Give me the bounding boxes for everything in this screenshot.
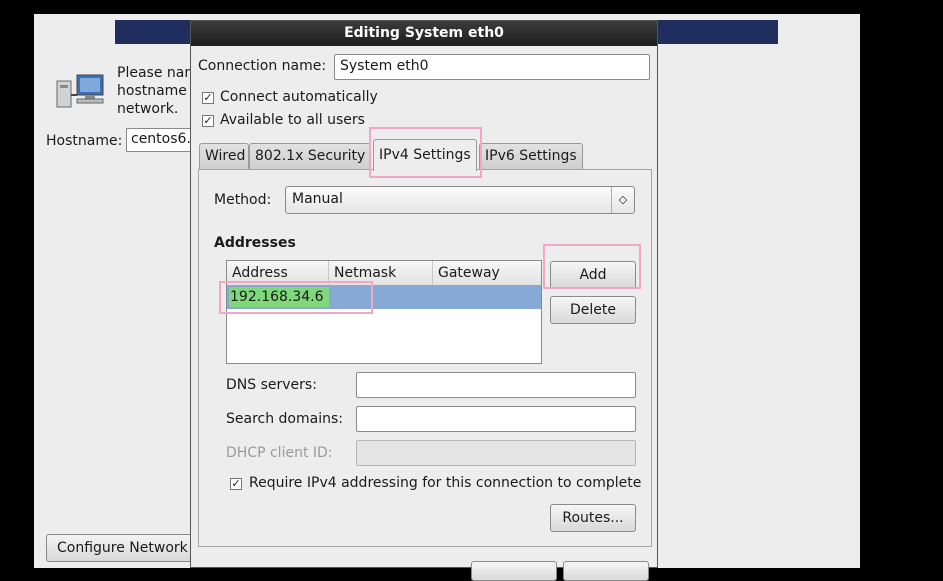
available-all-users-label: Available to all users <box>220 112 365 128</box>
require-ipv4-label: Require IPv4 addressing for this connect… <box>249 475 642 491</box>
available-all-users-checkbox[interactable]: ✓ <box>202 115 214 127</box>
tab-wired[interactable]: Wired <box>199 143 249 169</box>
dhcp-client-id-label: DHCP client ID: <box>226 445 333 461</box>
column-netmask[interactable]: Netmask <box>329 261 433 285</box>
tab-802-1x-security[interactable]: 802.1x Security <box>249 143 371 169</box>
addresses-heading: Addresses <box>214 235 296 251</box>
add-button[interactable]: Add <box>550 261 636 289</box>
editing-connection-dialog: Editing System eth0 Connection name: Sys… <box>190 20 658 581</box>
dns-servers-label: DNS servers: <box>226 377 317 393</box>
search-domains-input[interactable] <box>356 406 636 432</box>
require-ipv4-checkbox[interactable]: ✓ <box>230 478 242 490</box>
addresses-table-header: Address Netmask Gateway <box>227 261 541 286</box>
connect-automatically-label: Connect automatically <box>220 89 378 105</box>
routes-button[interactable]: Routes... <box>550 504 636 532</box>
dhcp-client-id-input <box>356 440 636 466</box>
ipv4-settings-panel: Method: Manual ◇ Addresses Address Netma… <box>198 169 652 547</box>
method-value: Manual <box>292 191 343 207</box>
table-row[interactable]: 192.168.34.6 <box>227 285 541 309</box>
column-address[interactable]: Address <box>227 261 329 285</box>
search-domains-label: Search domains: <box>226 411 343 427</box>
delete-button[interactable]: Delete <box>550 296 636 324</box>
method-label: Method: <box>214 192 272 208</box>
address-cell-editor[interactable]: 192.168.34.6 <box>229 287 329 307</box>
column-gateway[interactable]: Gateway <box>433 261 541 285</box>
cancel-button[interactable] <box>471 561 557 581</box>
up-down-arrows-icon: ◇ <box>611 187 634 213</box>
tab-ipv4-settings[interactable]: IPv4 Settings <box>373 139 477 171</box>
network-computers-icon <box>56 74 104 108</box>
connection-name-input[interactable]: System eth0 <box>334 54 650 80</box>
connect-automatically-checkbox[interactable]: ✓ <box>202 92 214 104</box>
connection-name-label: Connection name: <box>198 58 327 74</box>
tab-ipv6-settings[interactable]: IPv6 Settings <box>479 143 583 169</box>
hostname-label: Hostname: <box>46 133 123 149</box>
dialog-title: Editing System eth0 <box>191 21 657 46</box>
dns-servers-input[interactable] <box>356 372 636 398</box>
method-select[interactable]: Manual ◇ <box>285 186 635 214</box>
configure-network-button[interactable]: Configure Network <box>46 534 196 562</box>
apply-button[interactable] <box>563 561 649 581</box>
addresses-table[interactable]: Address Netmask Gateway 192.168.34.6 <box>226 260 542 364</box>
